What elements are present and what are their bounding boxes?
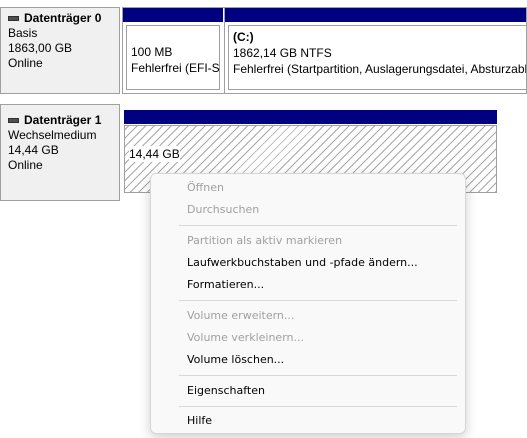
partition-unallocated-bar: [124, 110, 497, 124]
disk-1-type: Wechselmedium: [8, 128, 97, 142]
menu-item-change-drive-letter[interactable]: Laufwerkbuchstaben und -pfade ändern...: [155, 252, 461, 274]
disk-0-type: Basis: [8, 26, 38, 40]
menu-item-format[interactable]: Formatieren...: [155, 274, 461, 296]
disk-1-size: 14,44 GB: [8, 143, 59, 157]
menu-item-shrink-volume[interactable]: Volume verkleinern...: [155, 327, 461, 349]
context-menu: Öffnen Durchsuchen Partition als aktiv m…: [150, 173, 466, 434]
partition-unallocated-size: 14,44 GB: [129, 146, 180, 162]
partition-efi-size: 100 MB: [131, 45, 173, 59]
disk-0-partitions: 100 MB Fehlerfrei (EFI-Sy (C:) 1862,14 G…: [122, 7, 527, 94]
disk-1-name: Datenträger 1: [24, 113, 102, 127]
disk-0-name: Datenträger 0: [24, 11, 102, 25]
menu-item-properties[interactable]: Eigenschaften: [155, 380, 461, 402]
menu-item-help[interactable]: Hilfe: [155, 410, 461, 432]
menu-item-extend-volume[interactable]: Volume erweitern...: [155, 305, 461, 327]
disk-icon: [8, 118, 19, 123]
menu-item-open[interactable]: Öffnen: [155, 177, 461, 199]
menu-separator: [179, 300, 457, 301]
partition-c-box: (C:) 1862,14 GB NTFS Fehlerfrei (Startpa…: [228, 25, 526, 90]
disk-0-title: Datenträger 0: [8, 11, 119, 26]
disk-1-title: Datenträger 1: [8, 113, 119, 128]
partition-c-volume: (C:): [233, 30, 254, 44]
disk-0-label[interactable]: Datenträger 0 Basis 1863,00 GB Online: [0, 7, 120, 94]
disk-0-status: Online: [8, 56, 43, 70]
partition-c[interactable]: (C:) 1862,14 GB NTFS Fehlerfrei (Startpa…: [224, 8, 526, 93]
partition-c-bar: [225, 8, 526, 22]
menu-item-mark-active[interactable]: Partition als aktiv markieren: [155, 230, 461, 252]
menu-item-explore[interactable]: Durchsuchen: [155, 199, 461, 221]
menu-item-delete-volume[interactable]: Volume löschen...: [155, 349, 461, 371]
disk-icon: [8, 16, 19, 21]
menu-separator: [179, 225, 457, 226]
disk-0-size: 1863,00 GB: [8, 41, 73, 55]
partition-c-status: Fehlerfrei (Startpartition, Auslagerungs…: [233, 62, 526, 76]
menu-separator: [179, 375, 457, 376]
menu-separator: [179, 406, 457, 407]
partition-efi-bar: [123, 8, 223, 22]
partition-c-size: 1862,14 GB NTFS: [233, 46, 332, 60]
disk-1-status: Online: [8, 158, 43, 172]
partition-efi[interactable]: 100 MB Fehlerfrei (EFI-Sy: [123, 8, 223, 93]
disk-1-label[interactable]: Datenträger 1 Wechselmedium 14,44 GB Onl…: [0, 104, 120, 201]
partition-efi-box: 100 MB Fehlerfrei (EFI-Sy: [126, 25, 220, 90]
partition-efi-status: Fehlerfrei (EFI-Sy: [131, 61, 220, 75]
